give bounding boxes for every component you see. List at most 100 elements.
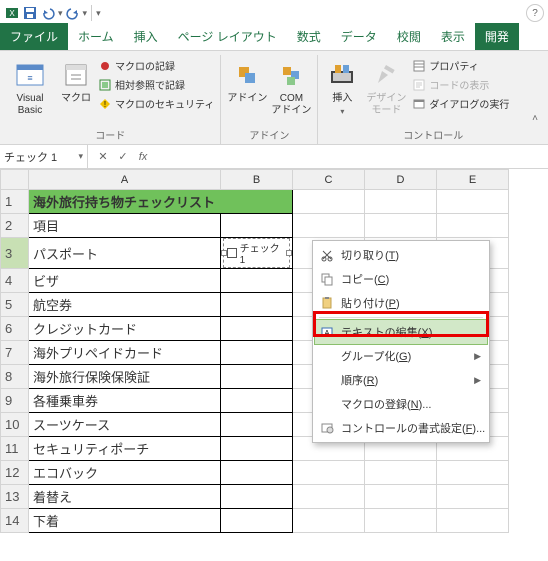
cell[interactable] <box>221 389 293 413</box>
col-header-e[interactable]: E <box>437 170 509 190</box>
ctx-cut[interactable]: 切り取り(T) <box>315 243 487 267</box>
view-code-button[interactable]: コードの表示 <box>412 76 509 93</box>
addins-button[interactable]: アドイン <box>227 57 267 105</box>
cell[interactable]: 下着 <box>29 509 221 533</box>
cell[interactable] <box>437 485 509 509</box>
row-header[interactable]: 6 <box>1 317 29 341</box>
cell[interactable] <box>365 461 437 485</box>
row-header[interactable]: 13 <box>1 485 29 509</box>
cell[interactable] <box>293 509 365 533</box>
enter-formula-icon[interactable]: ✓ <box>114 150 132 163</box>
row-header[interactable]: 5 <box>1 293 29 317</box>
row-header[interactable]: 12 <box>1 461 29 485</box>
cell[interactable]: 海外旅行持ち物チェックリスト <box>29 190 293 214</box>
cell[interactable] <box>365 190 437 214</box>
cell[interactable] <box>221 437 293 461</box>
cell[interactable] <box>365 509 437 533</box>
cell[interactable]: クレジットカード <box>29 317 221 341</box>
row-header[interactable]: 14 <box>1 509 29 533</box>
tab-view[interactable]: 表示 <box>431 23 475 50</box>
checkbox-control[interactable]: チェック 1 <box>223 238 290 268</box>
cell[interactable]: 海外旅行保険保険証 <box>29 365 221 389</box>
visual-basic-button[interactable]: ≡ Visual Basic <box>6 57 54 117</box>
cell[interactable] <box>293 214 365 238</box>
insert-control-button[interactable]: 挿入 ▾ <box>324 57 360 117</box>
cell[interactable] <box>221 485 293 509</box>
tab-file[interactable]: ファイル <box>0 23 68 50</box>
col-header-d[interactable]: D <box>365 170 437 190</box>
tab-home[interactable]: ホーム <box>68 23 124 50</box>
cell[interactable] <box>221 461 293 485</box>
col-header-a[interactable]: A <box>29 170 221 190</box>
cell[interactable]: スーツケース <box>29 413 221 437</box>
row-header[interactable]: 7 <box>1 341 29 365</box>
help-icon[interactable]: ? <box>526 4 544 22</box>
row-header[interactable]: 9 <box>1 389 29 413</box>
ctx-paste[interactable]: 貼り付け(P) <box>315 291 487 315</box>
cell[interactable] <box>437 190 509 214</box>
cell[interactable]: 航空券 <box>29 293 221 317</box>
cell[interactable] <box>221 214 293 238</box>
redo-dropdown-icon[interactable]: ▾ <box>83 8 88 19</box>
ctx-assign-macro[interactable]: マクロの登録(N)... <box>315 392 487 416</box>
ctx-copy[interactable]: コピー(C) <box>315 267 487 291</box>
col-header-b[interactable]: B <box>221 170 293 190</box>
tab-developer[interactable]: 開発 <box>475 23 519 50</box>
cell[interactable] <box>221 365 293 389</box>
macro-security-button[interactable]: ! マクロのセキュリティ <box>98 95 214 112</box>
tab-insert[interactable]: 挿入 <box>124 23 168 50</box>
cell[interactable]: 項目 <box>29 214 221 238</box>
run-dialog-button[interactable]: ダイアログの実行 <box>412 95 509 112</box>
ctx-edit-text[interactable]: A テキストの編集(X) <box>315 320 487 344</box>
cell[interactable] <box>221 341 293 365</box>
ctx-order[interactable]: 順序(R) ▶ <box>315 368 487 392</box>
row-header[interactable]: 4 <box>1 269 29 293</box>
tab-page-layout[interactable]: ページ レイアウト <box>168 23 287 50</box>
worksheet-grid[interactable]: A B C D E 1海外旅行持ち物チェックリスト2項目3パスポートチェック 1… <box>0 169 548 561</box>
cell[interactable] <box>365 214 437 238</box>
qat-customize-icon[interactable]: ▾ <box>96 8 101 19</box>
cell[interactable] <box>437 461 509 485</box>
cell[interactable]: ビザ <box>29 269 221 293</box>
row-header[interactable]: 2 <box>1 214 29 238</box>
name-box[interactable]: チェック 1 ▾ <box>0 145 88 168</box>
com-addins-button[interactable]: COM アドイン <box>271 57 311 117</box>
properties-button[interactable]: プロパティ <box>412 57 509 74</box>
row-header[interactable]: 3 <box>1 238 29 269</box>
record-macro-button[interactable]: マクロの記録 <box>98 57 214 74</box>
cell[interactable] <box>221 317 293 341</box>
ctx-group[interactable]: グループ化(G) ▶ <box>315 344 487 368</box>
tab-formulas[interactable]: 数式 <box>287 23 331 50</box>
cell[interactable] <box>221 413 293 437</box>
cell[interactable] <box>221 509 293 533</box>
undo-dropdown-icon[interactable]: ▾ <box>58 8 63 19</box>
cell[interactable]: セキュリティポーチ <box>29 437 221 461</box>
cell[interactable] <box>221 269 293 293</box>
save-icon[interactable] <box>22 5 38 21</box>
cell[interactable]: 各種乗車券 <box>29 389 221 413</box>
cell[interactable] <box>221 293 293 317</box>
cancel-formula-icon[interactable]: ✕ <box>94 150 112 163</box>
redo-icon[interactable] <box>65 5 81 21</box>
cell[interactable] <box>365 485 437 509</box>
row-header[interactable]: 8 <box>1 365 29 389</box>
cell[interactable] <box>437 509 509 533</box>
relative-ref-button[interactable]: 相対参照で記録 <box>98 76 214 93</box>
ctx-format-control[interactable]: コントロールの書式設定(F)... <box>315 416 487 440</box>
cell[interactable] <box>293 485 365 509</box>
cell[interactable]: チェック 1 <box>221 238 293 269</box>
collapse-ribbon-icon[interactable]: ˄ <box>528 111 542 125</box>
row-header[interactable]: 11 <box>1 437 29 461</box>
row-header[interactable]: 1 <box>1 190 29 214</box>
cell[interactable] <box>293 461 365 485</box>
tab-review[interactable]: 校閲 <box>387 23 431 50</box>
cell[interactable]: 海外プリペイドカード <box>29 341 221 365</box>
cell[interactable]: エコバック <box>29 461 221 485</box>
tab-data[interactable]: データ <box>331 23 387 50</box>
design-mode-button[interactable]: デザイン モード <box>364 57 408 117</box>
undo-icon[interactable] <box>40 5 56 21</box>
select-all-corner[interactable] <box>1 170 29 190</box>
col-header-c[interactable]: C <box>293 170 365 190</box>
fx-icon[interactable]: fx <box>134 151 152 163</box>
chevron-down-icon[interactable]: ▾ <box>78 151 83 162</box>
